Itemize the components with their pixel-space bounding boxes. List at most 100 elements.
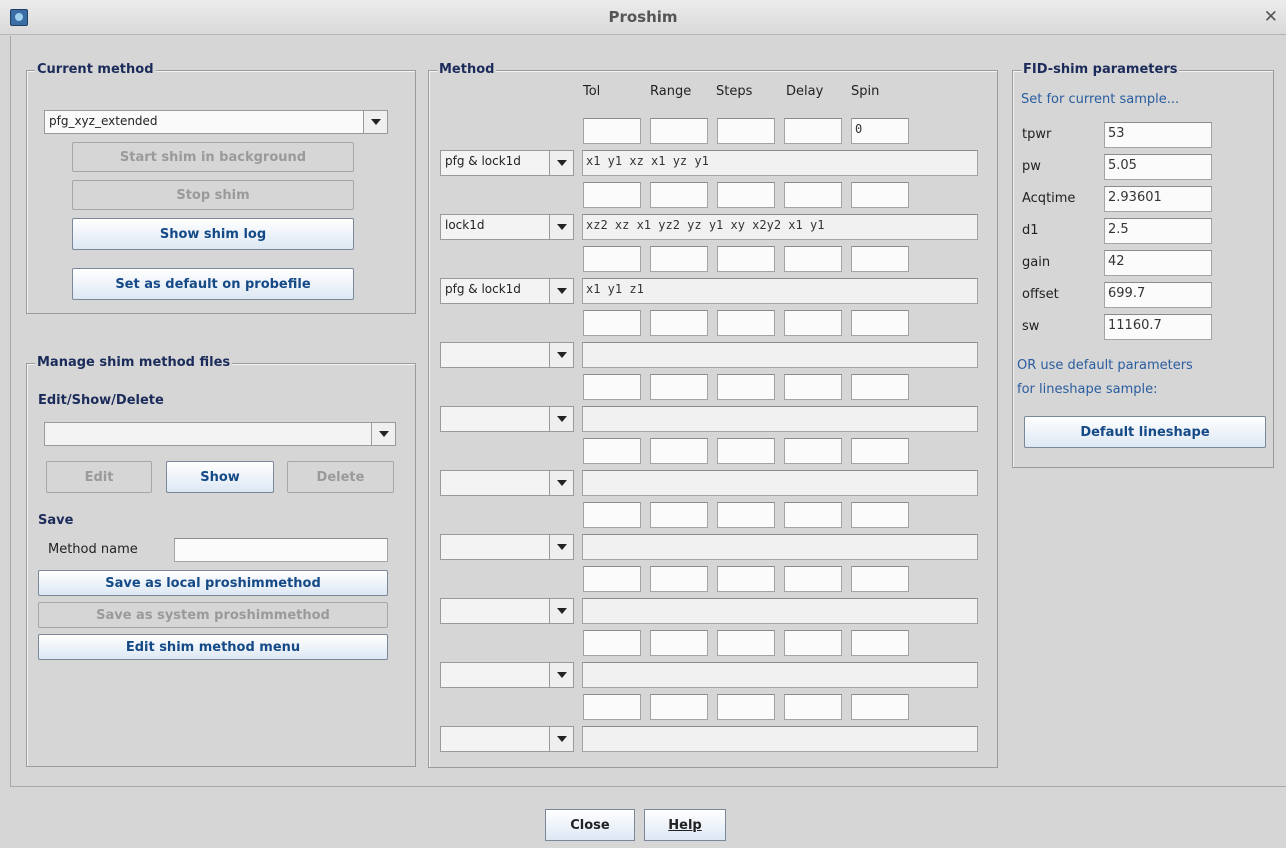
param-input-spin[interactable]: 0 — [851, 118, 909, 144]
chevron-down-icon[interactable] — [549, 215, 573, 239]
save-system-button[interactable]: Save as system proshimmethod — [38, 602, 388, 628]
shim-type-select[interactable]: pfg & lock1d — [440, 150, 574, 176]
shim-type-select[interactable] — [440, 470, 574, 496]
method-name-input[interactable] — [174, 538, 388, 562]
shim-type-select[interactable] — [440, 534, 574, 560]
fid-param-input[interactable]: 42 — [1104, 250, 1212, 276]
param-input-steps[interactable] — [717, 246, 775, 272]
param-input-delay[interactable] — [784, 246, 842, 272]
close-window-icon[interactable]: ✕ — [1264, 7, 1278, 27]
param-input-range[interactable] — [650, 566, 708, 592]
set-default-button[interactable]: Set as default on probefile — [72, 268, 354, 300]
param-input-steps[interactable] — [717, 374, 775, 400]
param-input-tol[interactable] — [583, 246, 641, 272]
param-input-delay[interactable] — [784, 374, 842, 400]
param-input-spin[interactable] — [851, 502, 909, 528]
chevron-down-icon[interactable] — [549, 663, 573, 687]
shim-type-select[interactable] — [440, 342, 574, 368]
param-input-spin[interactable] — [851, 310, 909, 336]
edit-button[interactable]: Edit — [46, 461, 152, 493]
shim-type-select[interactable] — [440, 406, 574, 432]
param-input-delay[interactable] — [784, 182, 842, 208]
chevron-down-icon[interactable] — [549, 599, 573, 623]
param-input-spin[interactable] — [851, 182, 909, 208]
param-input-tol[interactable] — [583, 630, 641, 656]
shim-type-select[interactable]: pfg & lock1d — [440, 278, 574, 304]
param-input-range[interactable] — [650, 630, 708, 656]
param-input-steps[interactable] — [717, 566, 775, 592]
shim-type-select[interactable]: lock1d — [440, 214, 574, 240]
chevron-down-icon[interactable] — [549, 407, 573, 431]
param-input-delay[interactable] — [784, 630, 842, 656]
shim-list-input[interactable] — [582, 534, 978, 560]
param-input-steps[interactable] — [717, 502, 775, 528]
close-button[interactable]: Close — [545, 809, 635, 841]
param-input-delay[interactable] — [784, 694, 842, 720]
param-input-range[interactable] — [650, 374, 708, 400]
param-input-spin[interactable] — [851, 374, 909, 400]
chevron-down-icon[interactable] — [549, 727, 573, 751]
param-input-range[interactable] — [650, 182, 708, 208]
chevron-down-icon[interactable] — [371, 423, 395, 445]
shim-list-input[interactable] — [582, 342, 978, 368]
fid-param-input[interactable]: 11160.7 — [1104, 314, 1212, 340]
shim-list-input[interactable]: x1 y1 z1 — [582, 278, 978, 304]
chevron-down-icon[interactable] — [549, 343, 573, 367]
method-file-select[interactable] — [44, 422, 396, 446]
fid-param-input[interactable]: 53 — [1104, 122, 1212, 148]
shim-type-select[interactable] — [440, 662, 574, 688]
default-lineshape-button[interactable]: Default lineshape — [1024, 416, 1266, 448]
param-input-tol[interactable] — [583, 502, 641, 528]
help-button[interactable]: Help — [644, 809, 726, 841]
fid-param-input[interactable]: 699.7 — [1104, 282, 1212, 308]
param-input-tol[interactable] — [583, 118, 641, 144]
param-input-tol[interactable] — [583, 182, 641, 208]
chevron-down-icon[interactable] — [363, 111, 387, 133]
param-input-range[interactable] — [650, 438, 708, 464]
param-input-spin[interactable] — [851, 694, 909, 720]
shim-list-input[interactable] — [582, 470, 978, 496]
fid-param-input[interactable]: 5.05 — [1104, 154, 1212, 180]
chevron-down-icon[interactable] — [549, 471, 573, 495]
chevron-down-icon[interactable] — [549, 279, 573, 303]
stop-shim-button[interactable]: Stop shim — [72, 180, 354, 210]
start-shim-button[interactable]: Start shim in background — [72, 142, 354, 172]
fid-param-input[interactable]: 2.93601 — [1104, 186, 1212, 212]
param-input-delay[interactable] — [784, 502, 842, 528]
current-method-select[interactable]: pfg_xyz_extended — [44, 110, 388, 134]
param-input-tol[interactable] — [583, 374, 641, 400]
shim-list-input[interactable]: x1 y1 xz x1 yz y1 — [582, 150, 978, 176]
shim-list-input[interactable] — [582, 406, 978, 432]
param-input-steps[interactable] — [717, 438, 775, 464]
param-input-range[interactable] — [650, 694, 708, 720]
param-input-range[interactable] — [650, 502, 708, 528]
shim-type-select[interactable] — [440, 598, 574, 624]
param-input-steps[interactable] — [717, 694, 775, 720]
param-input-spin[interactable] — [851, 566, 909, 592]
param-input-range[interactable] — [650, 118, 708, 144]
param-input-tol[interactable] — [583, 566, 641, 592]
param-input-delay[interactable] — [784, 438, 842, 464]
chevron-down-icon[interactable] — [549, 535, 573, 559]
edit-shim-menu-button[interactable]: Edit shim method menu — [38, 634, 388, 660]
fid-param-input[interactable]: 2.5 — [1104, 218, 1212, 244]
param-input-spin[interactable] — [851, 630, 909, 656]
param-input-tol[interactable] — [583, 438, 641, 464]
param-input-spin[interactable] — [851, 438, 909, 464]
param-input-delay[interactable] — [784, 310, 842, 336]
save-local-button[interactable]: Save as local proshimmethod — [38, 570, 388, 596]
shim-list-input[interactable] — [582, 662, 978, 688]
param-input-delay[interactable] — [784, 118, 842, 144]
delete-button[interactable]: Delete — [287, 461, 394, 493]
param-input-tol[interactable] — [583, 694, 641, 720]
show-shim-log-button[interactable]: Show shim log — [72, 218, 354, 250]
param-input-steps[interactable] — [717, 118, 775, 144]
param-input-delay[interactable] — [784, 566, 842, 592]
shim-type-select[interactable] — [440, 726, 574, 752]
param-input-steps[interactable] — [717, 310, 775, 336]
shim-list-input[interactable] — [582, 726, 978, 752]
shim-list-input[interactable]: xz2 xz x1 yz2 yz y1 xy x2y2 x1 y1 — [582, 214, 978, 240]
param-input-tol[interactable] — [583, 310, 641, 336]
param-input-steps[interactable] — [717, 630, 775, 656]
param-input-range[interactable] — [650, 246, 708, 272]
